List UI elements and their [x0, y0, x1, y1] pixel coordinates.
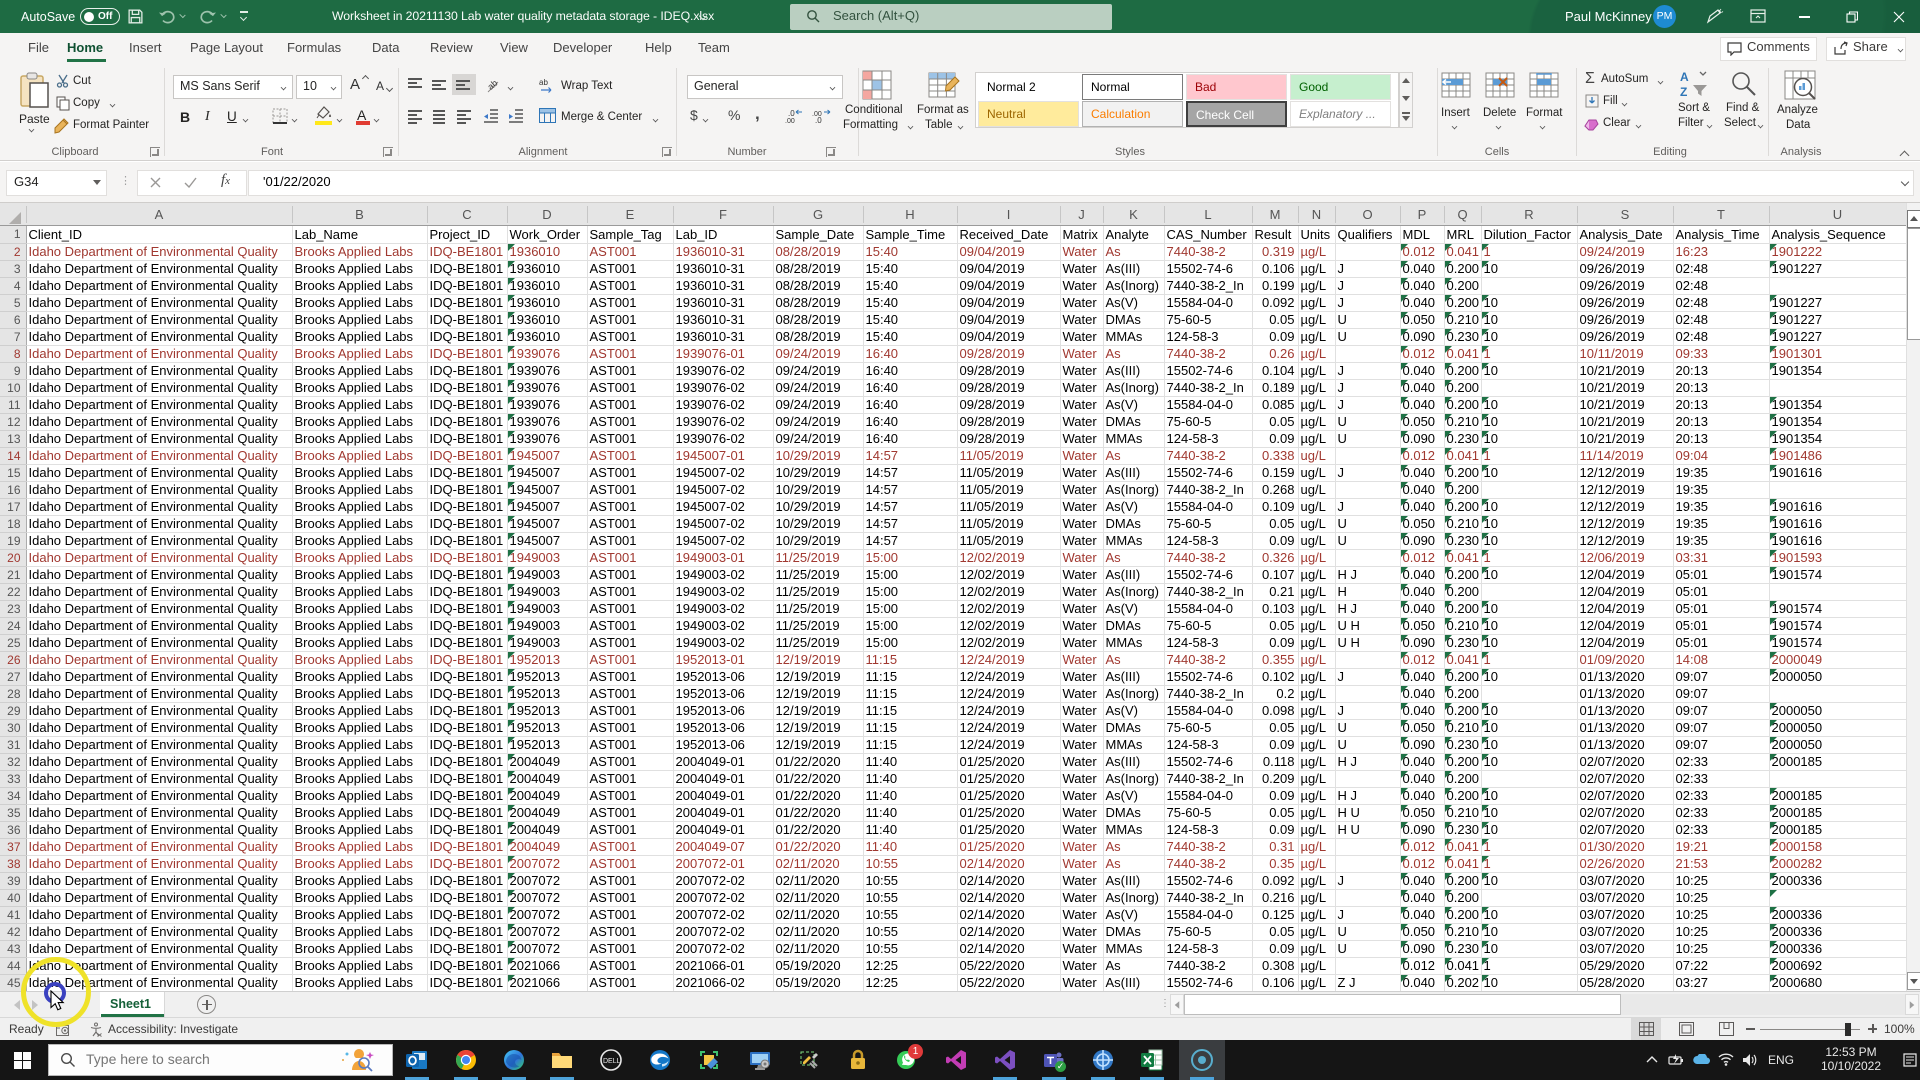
svg-text:.00: .00: [785, 118, 795, 124]
svg-text:.0: .0: [815, 116, 822, 124]
svg-text:ab: ab: [486, 78, 500, 92]
svg-text:.0: .0: [788, 109, 795, 118]
svg-text:Z: Z: [1680, 85, 1687, 97]
svg-text:ab: ab: [539, 78, 548, 87]
svg-text:DELL: DELL: [603, 1058, 621, 1065]
svg-text:A: A: [1680, 70, 1689, 84]
